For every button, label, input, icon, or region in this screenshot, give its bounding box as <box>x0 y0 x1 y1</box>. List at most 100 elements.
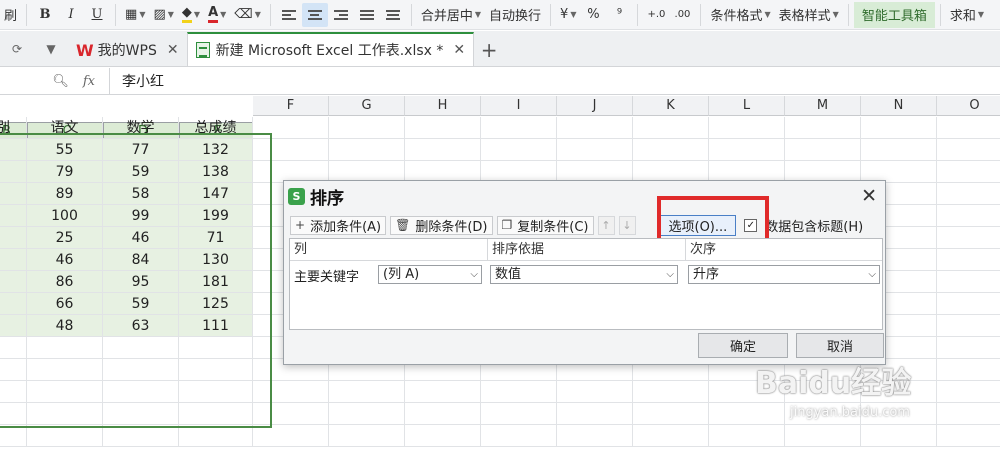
tab-my-wps[interactable]: W 我的WPS ✕ <box>68 34 187 66</box>
table-style-button[interactable]: 表格样式 ▼ <box>775 3 843 27</box>
table-cell[interactable]: 46 <box>27 249 103 271</box>
table-cell[interactable] <box>937 271 1000 293</box>
table-cell[interactable] <box>179 425 253 447</box>
table-cell[interactable] <box>179 337 253 359</box>
table-cell[interactable] <box>405 403 481 425</box>
table-cell[interactable]: 48 <box>27 315 103 337</box>
table-cell[interactable] <box>179 381 253 403</box>
table-cell[interactable] <box>103 403 179 425</box>
table-header-cell[interactable]: 性别 <box>0 117 27 139</box>
tab-list-button[interactable]: ▼ <box>34 32 68 66</box>
bold-button[interactable]: B <box>32 3 58 27</box>
table-cell[interactable]: 79 <box>27 161 103 183</box>
table-cell[interactable]: 男 <box>0 161 27 183</box>
options-button[interactable]: 选项(O)... <box>659 214 737 236</box>
table-cell[interactable] <box>329 425 405 447</box>
zoom-search-icon[interactable]: 🔍︎ <box>52 74 69 89</box>
table-header-cell[interactable]: 数学 <box>103 117 179 139</box>
table-cell[interactable] <box>633 381 709 403</box>
table-cell[interactable] <box>329 139 405 161</box>
table-cell[interactable]: 71 <box>179 227 253 249</box>
table-cell[interactable] <box>633 139 709 161</box>
table-cell[interactable]: 男 <box>0 315 27 337</box>
table-cell[interactable]: 55 <box>27 139 103 161</box>
table-cell[interactable]: 男 <box>0 293 27 315</box>
table-cell[interactable]: 99 <box>103 205 179 227</box>
close-icon[interactable]: ✕ <box>167 42 179 58</box>
table-cell[interactable] <box>709 139 785 161</box>
tab-excel-file[interactable]: 新建 Microsoft Excel 工作表.xlsx * ✕ <box>186 32 475 66</box>
table-cell[interactable]: 199 <box>179 205 253 227</box>
table-cell[interactable] <box>481 117 557 139</box>
delete-condition-button[interactable]: 🗑︎ 删除条件(D) <box>390 215 493 235</box>
sum-button[interactable]: 求和 ▼ <box>946 3 988 27</box>
table-cell[interactable] <box>253 403 329 425</box>
table-cell[interactable] <box>861 117 937 139</box>
table-cell[interactable] <box>253 139 329 161</box>
table-cell[interactable]: 59 <box>103 161 179 183</box>
column-header-g[interactable]: G <box>329 96 405 116</box>
font-color-button[interactable]: A ▼ <box>204 3 230 27</box>
table-cell[interactable]: 男 <box>0 183 27 205</box>
table-cell[interactable] <box>405 381 481 403</box>
smart-toolbox-button[interactable]: 智能工具箱 <box>853 1 935 28</box>
table-cell[interactable] <box>103 381 179 403</box>
table-cell[interactable] <box>405 139 481 161</box>
table-cell[interactable] <box>937 227 1000 249</box>
table-cell[interactable] <box>937 117 1000 139</box>
table-cell[interactable] <box>179 359 253 381</box>
align-right-button[interactable] <box>328 3 354 27</box>
underline-button[interactable]: U <box>84 3 110 27</box>
border-button[interactable]: ▦ ▼ <box>121 3 149 27</box>
table-cell[interactable]: 130 <box>179 249 253 271</box>
table-cell[interactable]: 95 <box>103 271 179 293</box>
table-cell[interactable] <box>937 359 1000 381</box>
table-cell[interactable] <box>557 139 633 161</box>
fill-color-button[interactable]: ◆ ▼ <box>178 3 204 27</box>
table-cell[interactable] <box>557 425 633 447</box>
table-cell[interactable]: 77 <box>103 139 179 161</box>
sort-basis-select[interactable]: 数值 ⌵ <box>490 265 678 284</box>
table-cell[interactable]: 100 <box>27 205 103 227</box>
table-cell[interactable] <box>709 117 785 139</box>
table-cell[interactable] <box>0 381 27 403</box>
table-cell[interactable] <box>937 425 1000 447</box>
table-cell[interactable]: 66 <box>27 293 103 315</box>
italic-button[interactable]: I <box>58 3 84 27</box>
table-header-cell[interactable]: 总成绩 <box>179 117 253 139</box>
table-cell[interactable]: 58 <box>103 183 179 205</box>
table-cell[interactable] <box>27 425 103 447</box>
table-cell[interactable] <box>0 359 27 381</box>
table-cell[interactable]: 111 <box>179 315 253 337</box>
fill-style-button[interactable]: ▨ ▼ <box>149 3 177 27</box>
table-cell[interactable] <box>27 403 103 425</box>
table-cell[interactable] <box>937 183 1000 205</box>
table-cell[interactable] <box>405 425 481 447</box>
align-left-button[interactable] <box>276 3 302 27</box>
table-cell[interactable]: 132 <box>179 139 253 161</box>
table-cell[interactable] <box>481 403 557 425</box>
table-cell[interactable]: 89 <box>27 183 103 205</box>
table-cell[interactable] <box>179 403 253 425</box>
clear-format-button[interactable]: ⌫ ▼ <box>230 3 265 27</box>
table-cell[interactable] <box>937 381 1000 403</box>
table-cell[interactable] <box>937 315 1000 337</box>
insert-function-button[interactable]: fx <box>83 74 95 89</box>
column-header-m[interactable]: M <box>785 96 861 116</box>
column-header-o[interactable]: O <box>937 96 1000 116</box>
table-cell[interactable]: 女 <box>0 139 27 161</box>
table-cell[interactable] <box>253 425 329 447</box>
table-cell[interactable] <box>861 425 937 447</box>
table-cell[interactable] <box>937 205 1000 227</box>
table-header-cell[interactable]: 语文 <box>27 117 103 139</box>
table-cell[interactable] <box>405 117 481 139</box>
table-cell[interactable]: 女 <box>0 249 27 271</box>
column-header-h[interactable]: H <box>405 96 481 116</box>
table-cell[interactable] <box>253 117 329 139</box>
table-cell[interactable] <box>27 337 103 359</box>
table-cell[interactable] <box>481 381 557 403</box>
table-cell[interactable] <box>709 425 785 447</box>
conditional-format-button[interactable]: 条件格式 ▼ <box>706 3 774 27</box>
sort-key-select[interactable]: (列 A) ⌵ <box>378 265 482 284</box>
table-cell[interactable]: 46 <box>103 227 179 249</box>
